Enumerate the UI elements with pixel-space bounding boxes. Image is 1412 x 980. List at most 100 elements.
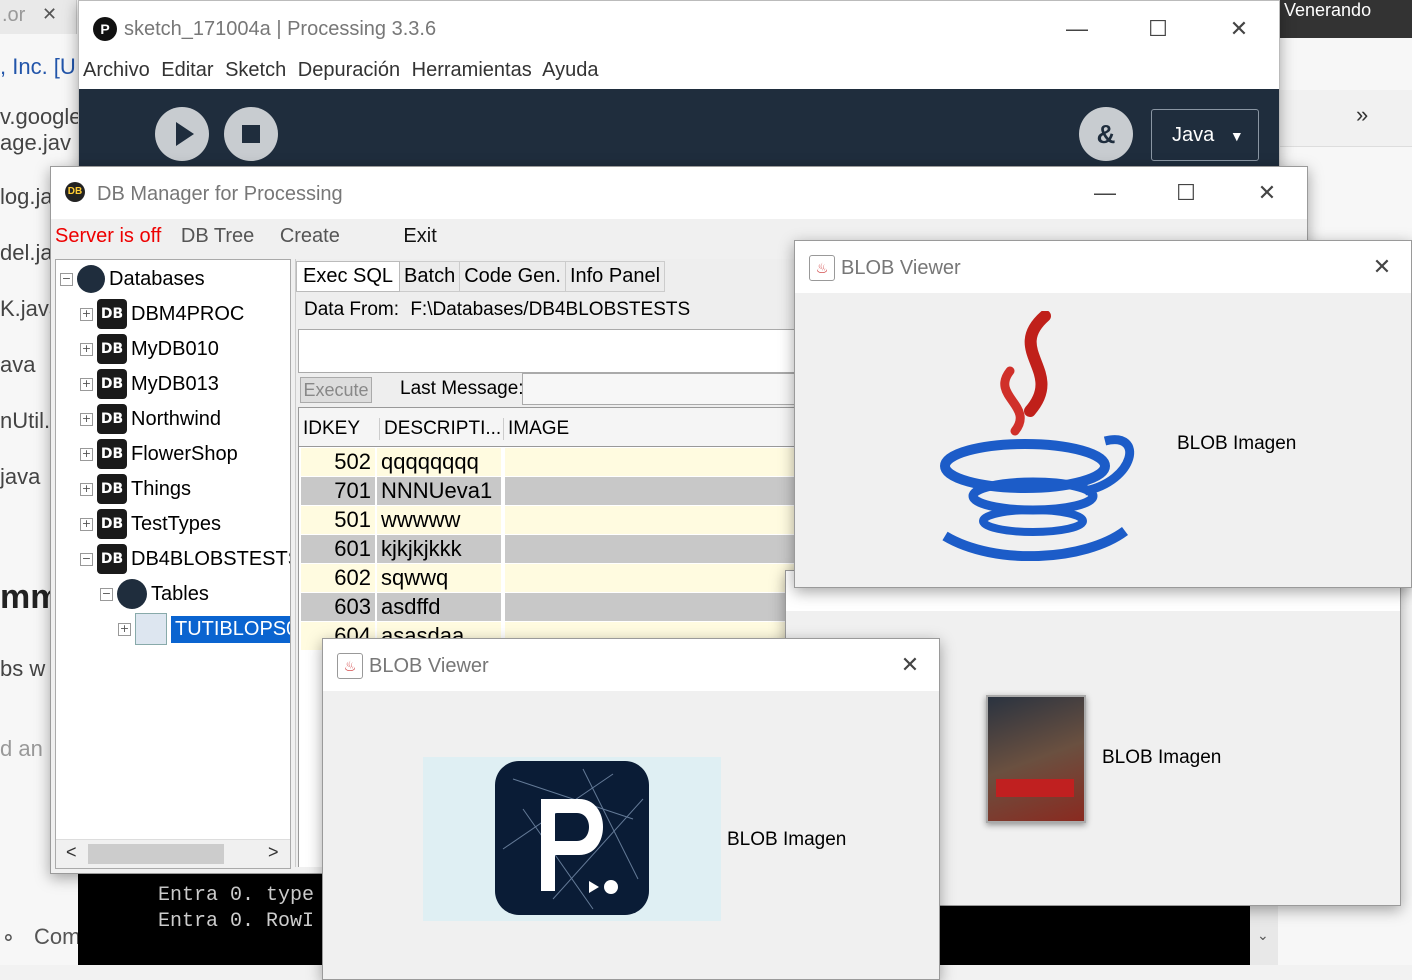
browser-tab-title: .or bbox=[2, 4, 26, 26]
scroll-left-icon[interactable]: < bbox=[66, 842, 77, 863]
user-name: Venerando bbox=[1284, 0, 1372, 20]
collapse-icon[interactable]: − bbox=[60, 272, 73, 286]
poster-caption bbox=[996, 779, 1074, 797]
tree-label: MyDB010 bbox=[131, 337, 219, 360]
blob-titlebar: ♨ BLOB Viewer ✕ bbox=[795, 241, 1411, 293]
tree-item-things[interactable]: + DB Things bbox=[80, 472, 191, 506]
menu-exit[interactable]: Exit bbox=[403, 225, 436, 247]
minimize-button[interactable]: — bbox=[1082, 175, 1128, 211]
expand-icon[interactable]: + bbox=[80, 342, 93, 356]
close-button[interactable]: ✕ bbox=[1216, 11, 1262, 47]
poster-image bbox=[986, 695, 1086, 823]
database-icon: DB bbox=[97, 439, 127, 469]
mode-label: Java bbox=[1172, 124, 1215, 146]
window-title: sketch_171004a | Processing 3.3.6 bbox=[124, 18, 437, 40]
tree-hscrollbar[interactable]: < > bbox=[56, 839, 290, 868]
expand-icon[interactable]: + bbox=[80, 482, 93, 496]
blob-label: BLOB Imagen bbox=[727, 829, 847, 850]
database-icon: DB bbox=[97, 404, 127, 434]
maximize-button[interactable]: ☐ bbox=[1163, 175, 1209, 211]
column-header-image[interactable]: IMAGE bbox=[503, 418, 569, 440]
tree-item-dbm4proc[interactable]: + DB DBM4PROC bbox=[80, 297, 244, 331]
db-tree-panel: − Databases + DB DBM4PROC + DB MyDB010 + DB My… bbox=[55, 259, 291, 869]
java-app-icon: ♨ bbox=[809, 255, 835, 281]
database-icon: DB bbox=[97, 334, 127, 364]
menu-herramientas[interactable]: Herramientas bbox=[412, 59, 532, 81]
tree-root[interactable]: − Databases bbox=[60, 262, 205, 296]
menu-depuracion[interactable]: Depuración bbox=[298, 59, 400, 81]
cell-description: qqqqqqqq bbox=[377, 448, 501, 476]
close-button[interactable]: ✕ bbox=[887, 647, 933, 683]
close-button[interactable]: ✕ bbox=[1244, 175, 1290, 211]
bg-line: age.jav bbox=[0, 130, 71, 155]
close-button[interactable]: ✕ bbox=[1359, 249, 1405, 285]
tree-item-selected-table[interactable]: + TUTIBLOPS01 bbox=[118, 612, 290, 646]
tree-label: DB4BLOBSTESTS bbox=[131, 547, 291, 570]
toolbar: & Java ▼ bbox=[79, 89, 1279, 171]
tables-icon bbox=[117, 579, 147, 609]
server-status: Server is off bbox=[55, 225, 162, 247]
tree-item-mydb013[interactable]: + DB MyDB013 bbox=[80, 367, 219, 401]
cell-idkey: 602 bbox=[301, 564, 375, 592]
expand-icon[interactable]: + bbox=[80, 377, 93, 391]
collapse-icon[interactable]: − bbox=[80, 552, 93, 566]
execute-button[interactable]: Execute bbox=[300, 377, 372, 403]
tree-item-testtypes[interactable]: + DB TestTypes bbox=[80, 507, 221, 541]
menu-bar: Archivo Editar Sketch Depuración Herrami… bbox=[83, 59, 599, 82]
cell-description: asdffd bbox=[377, 593, 501, 621]
overflow-chevron-icon[interactable]: » bbox=[1356, 102, 1368, 128]
database-icon: DB bbox=[97, 369, 127, 399]
tree-label: DBM4PROC bbox=[131, 302, 245, 325]
cell-idkey: 502 bbox=[301, 448, 375, 476]
browser-bookmarks-bar bbox=[1280, 90, 1412, 147]
window-title: DB Manager for Processing bbox=[97, 183, 343, 205]
tree-item-tables[interactable]: − Tables bbox=[100, 577, 209, 611]
menu-ayuda[interactable]: Ayuda bbox=[542, 59, 598, 81]
mode-selector[interactable]: Java ▼ bbox=[1151, 109, 1259, 161]
last-message-label: Last Message: bbox=[400, 378, 524, 399]
tree-label: Tables bbox=[151, 582, 209, 605]
menu-db-tree[interactable]: DB Tree bbox=[181, 225, 254, 247]
tree-label: MyDB013 bbox=[131, 372, 219, 395]
table-icon bbox=[135, 613, 167, 645]
scroll-thumb[interactable] bbox=[88, 844, 224, 864]
menu-archivo[interactable]: Archivo bbox=[83, 59, 150, 81]
tab-batch[interactable]: Batch bbox=[400, 261, 461, 292]
expand-icon[interactable]: + bbox=[80, 447, 93, 461]
browser-tab[interactable]: .or ✕ bbox=[0, 0, 77, 34]
settings-icon: ⚬ bbox=[0, 928, 17, 950]
console-scrollbar[interactable]: ⌄ bbox=[1250, 905, 1278, 965]
console-line: Entra 0. RowI bbox=[158, 910, 315, 933]
chevron-down-icon[interactable]: ⌄ bbox=[1257, 927, 1269, 944]
maximize-button[interactable]: ☐ bbox=[1135, 11, 1181, 47]
scroll-right-icon[interactable]: > bbox=[268, 842, 279, 863]
expand-icon[interactable]: + bbox=[118, 622, 131, 636]
tab-exec-sql[interactable]: Exec SQL bbox=[296, 261, 401, 292]
stop-button[interactable] bbox=[224, 107, 278, 161]
column-header-idkey[interactable]: IDKEY bbox=[303, 418, 360, 440]
expand-icon[interactable]: + bbox=[80, 412, 93, 426]
play-icon bbox=[176, 122, 194, 146]
menu-editar[interactable]: Editar bbox=[161, 59, 213, 81]
tree-item-flowershop[interactable]: + DB FlowerShop bbox=[80, 437, 238, 471]
database-root-icon bbox=[77, 265, 105, 293]
tree-item-mydb010[interactable]: + DB MyDB010 bbox=[80, 332, 219, 366]
tree-label: TUTIBLOPS01 bbox=[171, 615, 290, 643]
tree-label: Northwind bbox=[131, 407, 222, 430]
menu-create[interactable]: Create bbox=[280, 225, 340, 247]
menu-sketch[interactable]: Sketch bbox=[225, 59, 286, 81]
collapse-icon[interactable]: − bbox=[100, 587, 113, 601]
tab-info-panel[interactable]: Info Panel bbox=[565, 261, 666, 292]
close-icon[interactable]: ✕ bbox=[42, 4, 57, 25]
debug-button[interactable]: & bbox=[1079, 107, 1133, 161]
column-header-description[interactable]: DESCRIPTI... bbox=[379, 418, 501, 440]
stop-icon bbox=[242, 125, 260, 143]
tree-item-northwind[interactable]: + DB Northwind bbox=[80, 402, 221, 436]
tree-item-db4blobstests[interactable]: − DB DB4BLOBSTESTS bbox=[80, 542, 291, 576]
run-button[interactable] bbox=[155, 107, 209, 161]
minimize-button[interactable]: — bbox=[1054, 11, 1100, 47]
expand-icon[interactable]: + bbox=[80, 517, 93, 531]
dropdown-arrow-icon: ▼ bbox=[1229, 128, 1244, 144]
expand-icon[interactable]: + bbox=[80, 307, 93, 321]
tab-code-gen[interactable]: Code Gen. bbox=[460, 261, 566, 292]
